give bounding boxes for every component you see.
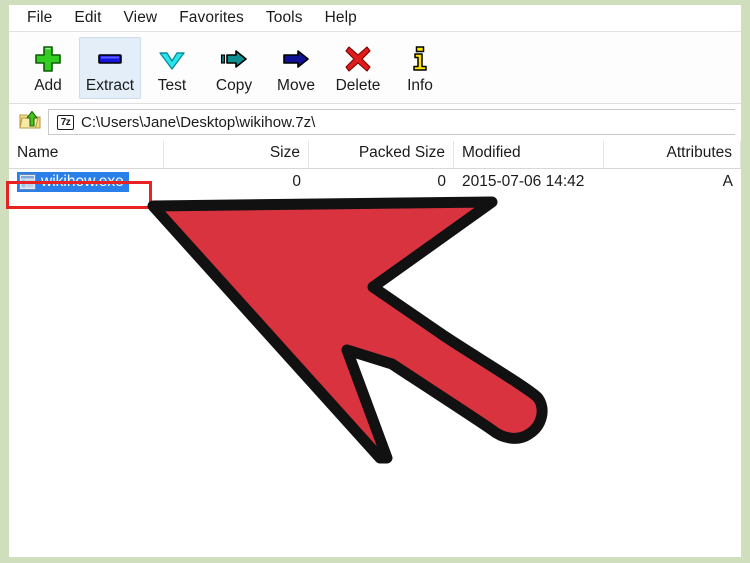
red-x-icon [338,43,378,75]
folder-up-icon [18,109,42,136]
cyan-checkmark-icon [152,43,192,75]
toolbar-button-move[interactable]: Move [265,37,327,99]
column-header-size[interactable]: Size [164,141,309,168]
selected-file-entry[interactable]: wikihow.exe [17,171,129,192]
column-header-name[interactable]: Name [9,141,164,168]
yellow-info-icon [400,43,440,75]
toolbar-label-test: Test [157,77,187,94]
cell-packed-size: 0 [437,172,446,190]
toolbar-label-info: Info [407,77,433,94]
toolbar-label-extract: Extract [85,77,135,94]
navy-arrow-right-icon [276,43,316,75]
toolbar-button-delete[interactable]: Delete [327,37,389,99]
cell-name[interactable]: wikihow.exe [9,169,164,194]
toolbar-label-move: Move [277,77,315,94]
navigate-up-button[interactable] [12,107,48,137]
toolbar-button-info[interactable]: Info [389,37,451,99]
file-list: wikihow.exe 0 0 2015-07-06 14:42 A [9,169,741,557]
menu-item-favorites[interactable]: Favorites [168,8,255,29]
green-plus-icon [28,43,68,75]
blue-minus-icon [90,43,130,75]
cell-modified: 2015-07-06 14:42 [462,172,585,190]
toolbar-label-delete: Delete [335,77,381,94]
column-header-attributes[interactable]: Attributes [604,141,741,168]
path-input[interactable]: 7z C:\Users\Jane\Desktop\wikihow.7z\ [48,109,735,135]
column-header-row: Name Size Packed Size Modified Attribute… [9,141,741,169]
toolbar-button-add[interactable]: Add [17,37,79,99]
seven-zip-archive-icon: 7z [57,114,74,130]
toolbar-label-add: Add [34,77,62,94]
seven-zip-window: File Edit View Favorites Tools Help Add [9,5,741,557]
toolbar-button-copy[interactable]: Copy [203,37,265,99]
toolbar: Add Extract Test Copy Move Delete Info [9,33,741,104]
cell-attributes: A [722,172,733,190]
menu-bar: File Edit View Favorites Tools Help [9,5,741,32]
menu-item-tools[interactable]: Tools [255,8,314,29]
toolbar-button-extract[interactable]: Extract [79,37,141,99]
menu-item-edit[interactable]: Edit [63,8,112,29]
address-bar: 7z C:\Users\Jane\Desktop\wikihow.7z\ [9,105,741,139]
path-text: C:\Users\Jane\Desktop\wikihow.7z\ [81,113,316,131]
toolbar-label-copy: Copy [215,77,253,94]
file-name-label: wikihow.exe [41,172,124,190]
screenshot-root: File Edit View Favorites Tools Help Add [0,0,750,563]
menu-item-view[interactable]: View [113,8,169,29]
column-header-modified[interactable]: Modified [454,141,604,168]
cell-size: 0 [292,172,301,190]
teal-arrow-right-icon [214,43,254,75]
menu-item-help[interactable]: Help [314,8,368,29]
table-row[interactable]: wikihow.exe 0 0 2015-07-06 14:42 A [9,169,741,194]
menu-item-file[interactable]: File [21,8,63,29]
toolbar-button-test[interactable]: Test [141,37,203,99]
column-header-packed-size[interactable]: Packed Size [309,141,454,168]
application-file-icon [19,173,36,190]
